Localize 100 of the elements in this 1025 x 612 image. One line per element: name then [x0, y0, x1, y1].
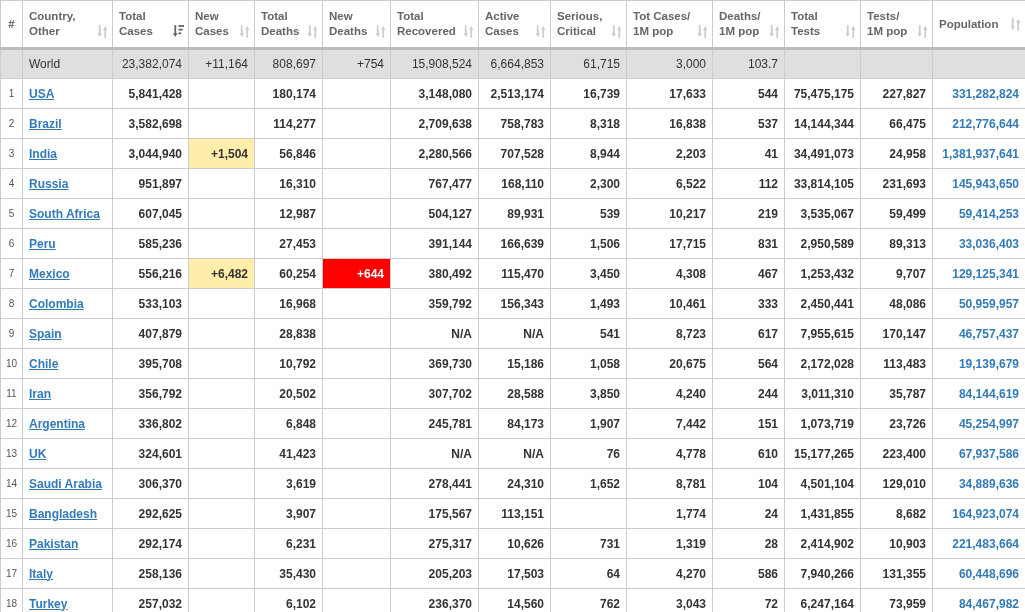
total-tests-cell: 3,011,310	[801, 386, 854, 401]
active-cases-cell: 24,310	[507, 476, 544, 491]
rank-number: 11	[6, 388, 17, 399]
total-cases-cell: 3,582,698	[128, 116, 182, 131]
total-cases-cell: 607,045	[138, 206, 182, 221]
new-deaths-badge: +644	[322, 258, 391, 289]
total-recovered-cell: 504,127	[428, 206, 472, 221]
deaths-per-million-cell: 610	[757, 446, 778, 461]
population-cell: 145,943,650	[952, 176, 1019, 191]
cases-per-million-cell: 3,000	[675, 57, 706, 71]
country-link[interactable]: Spain	[29, 326, 62, 341]
total-deaths-cell: 27,453	[279, 236, 316, 251]
new-cases-cell: +11,164	[205, 57, 248, 71]
serious-critical-cell: 1,907	[589, 416, 620, 431]
tests-per-million-cell: 73,959	[889, 596, 926, 611]
total-recovered-cell: 359,792	[428, 296, 472, 311]
population-cell: 46,757,437	[958, 326, 1019, 341]
tests-per-million-cell: 170,147	[882, 326, 926, 341]
country-link[interactable]: Italy	[29, 566, 53, 581]
tests-per-million-cell: 223,400	[882, 446, 926, 461]
active-cases-cell: 89,931	[507, 206, 544, 221]
total-cases-cell: 258,136	[138, 566, 182, 581]
population-cell: 33,036,403	[958, 236, 1019, 251]
cases-per-million-cell: 6,522	[675, 176, 706, 191]
total-tests-cell: 75,475,175	[793, 86, 854, 101]
total-deaths-cell: 6,231	[285, 536, 316, 551]
tests-per-million-cell: 66,475	[889, 116, 926, 131]
total-tests-cell: 1,431,855	[800, 506, 854, 521]
active-cases-cell: N/A	[523, 326, 544, 341]
cases-per-million-cell: 17,715	[669, 236, 706, 251]
population-cell: 60,448,696	[958, 566, 1019, 581]
rank-number: 6	[8, 238, 15, 249]
country-link[interactable]: Iran	[29, 386, 51, 401]
cases-per-million-cell: 10,217	[669, 206, 706, 221]
tests-per-million-cell: 9,707	[895, 266, 926, 281]
population-cell: 221,483,664	[952, 536, 1019, 551]
cases-per-million-cell: 4,240	[675, 386, 706, 401]
cases-per-million-cell: 1,319	[675, 536, 706, 551]
total-recovered-cell: 380,492	[428, 266, 472, 281]
population-cell: 1,381,937,641	[942, 146, 1019, 161]
active-cases-cell: 10,626	[507, 536, 544, 551]
cases-per-million-cell: 2,203	[675, 146, 706, 161]
total-deaths-cell: 60,254	[279, 266, 316, 281]
total-recovered-cell: 175,567	[428, 506, 472, 521]
total-tests-cell: 7,940,266	[800, 566, 854, 581]
total-tests-cell: 2,172,028	[800, 356, 854, 371]
total-recovered-cell: 2,709,638	[418, 116, 472, 131]
population-cell: 84,467,982	[958, 596, 1019, 611]
sort-icon[interactable]	[173, 25, 184, 38]
cases-per-million-cell: 20,675	[669, 356, 706, 371]
cases-per-million-cell: 8,781	[675, 476, 706, 491]
tests-per-million-cell: 231,693	[882, 176, 926, 191]
total-recovered-cell: 275,317	[428, 536, 472, 551]
total-cases-cell: 356,792	[138, 386, 182, 401]
active-cases-cell: 758,783	[500, 116, 544, 131]
total-tests-cell: 7,955,615	[800, 326, 854, 341]
country-link[interactable]: USA	[29, 86, 55, 101]
total-recovered-cell: 3,148,080	[418, 86, 472, 101]
tests-per-million-cell: 35,787	[889, 386, 926, 401]
country-link[interactable]: Chile	[29, 356, 59, 371]
rank-number: 8	[8, 298, 15, 309]
new-cases-badge: +1,504	[188, 138, 255, 169]
serious-critical-cell: 8,318	[589, 116, 620, 131]
total-tests-cell: 33,814,105	[793, 176, 854, 191]
country-link[interactable]: UK	[29, 446, 47, 461]
total-recovered-cell: 767,477	[428, 176, 472, 191]
serious-critical-cell: 16,739	[583, 86, 620, 101]
tests-per-million-cell: 113,483	[883, 356, 926, 371]
active-cases-cell: 28,588	[507, 386, 544, 401]
country-link[interactable]: Brazil	[29, 116, 62, 131]
rank-number: 16	[5, 538, 18, 549]
deaths-per-million-cell: 103.7	[747, 57, 778, 71]
serious-critical-cell: 76	[606, 446, 620, 461]
rank-number: 14	[5, 478, 18, 489]
cases-per-million-cell: 7,442	[675, 416, 706, 431]
total-tests-cell: 14,144,344	[793, 116, 854, 131]
country-link[interactable]: Peru	[29, 236, 56, 251]
cases-per-million-cell: 1,774	[675, 506, 706, 521]
total-deaths-cell: 41,423	[279, 446, 316, 461]
total-recovered-cell: 2,280,566	[418, 146, 472, 161]
total-cases-cell: 324,601	[138, 446, 182, 461]
deaths-per-million-cell: 41	[764, 146, 778, 161]
rank-number: 7	[8, 268, 15, 279]
deaths-per-million-cell: 28	[764, 536, 778, 551]
active-cases-cell: 115,470	[501, 266, 544, 281]
serious-critical-cell: 3,850	[589, 386, 620, 401]
population-cell: 164,923,074	[952, 506, 1019, 521]
total-cases-cell: 556,216	[138, 266, 182, 281]
rank-number: 15	[5, 508, 18, 519]
country-link[interactable]: India	[29, 146, 57, 161]
population-cell: 212,776,644	[952, 116, 1019, 131]
rank-number: 18	[5, 598, 18, 609]
total-tests-cell: 2,450,441	[800, 296, 854, 311]
cases-per-million-cell: 8,723	[675, 326, 706, 341]
cases-per-million-cell: 4,308	[675, 266, 706, 281]
population-cell: 331,282,824	[952, 86, 1019, 101]
active-cases-cell: 2,513,174	[490, 86, 544, 101]
total-deaths-cell: 28,838	[279, 326, 316, 341]
total-recovered-cell: 205,203	[428, 566, 472, 581]
deaths-per-million-cell: 831	[757, 236, 778, 251]
